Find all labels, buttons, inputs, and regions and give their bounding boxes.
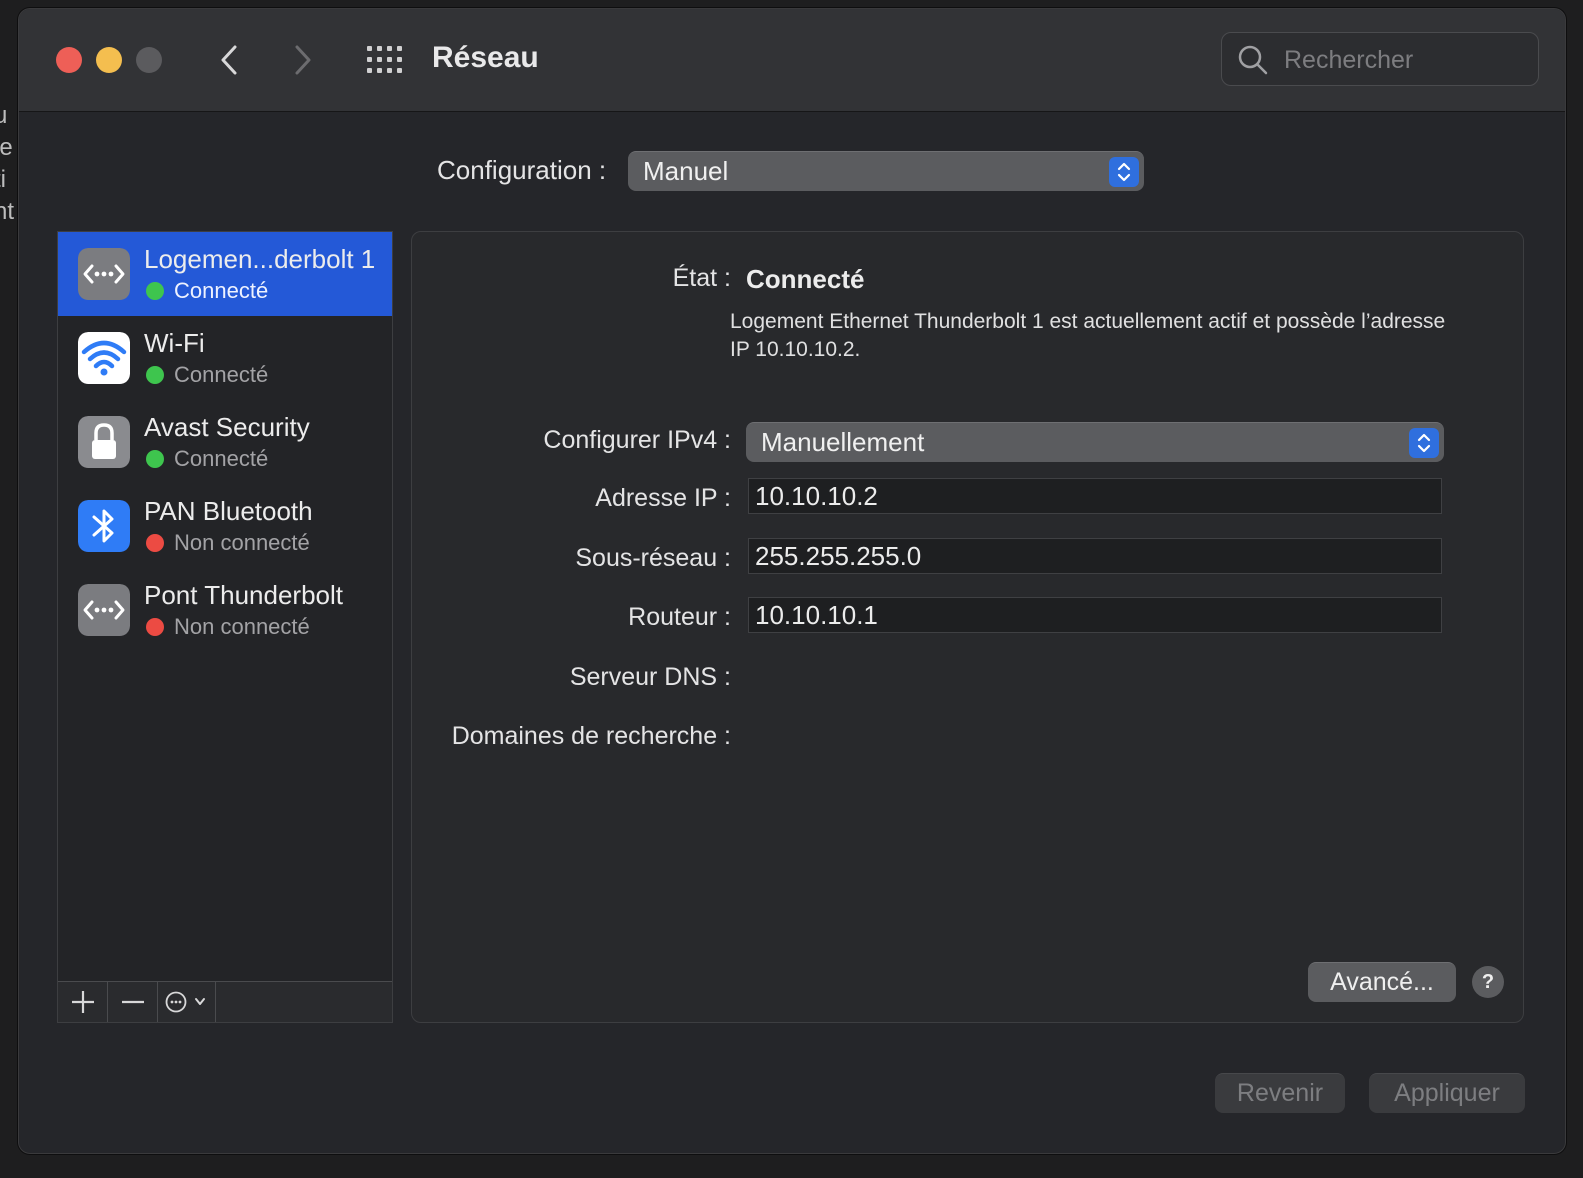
status-dot — [146, 618, 164, 636]
thunderbolt-bridge-icon — [78, 584, 130, 636]
router-field[interactable] — [748, 597, 1442, 633]
plus-icon — [72, 991, 94, 1013]
state-description: Logement Ethernet Thunderbolt 1 est actu… — [730, 310, 1446, 361]
configure-ipv4-popup[interactable]: Manuellement — [746, 422, 1444, 462]
show-all-button[interactable] — [366, 45, 404, 75]
minimize-window-button[interactable] — [96, 47, 122, 73]
advanced-button[interactable]: Avancé... — [1308, 962, 1456, 1002]
configuration-popup[interactable]: Manuel — [628, 151, 1144, 191]
status-dot — [146, 282, 164, 300]
state-label: État : — [672, 264, 731, 292]
ethernet-icon — [78, 248, 130, 300]
ellipsis-circle-icon — [165, 991, 205, 1013]
background-text: ti — [0, 166, 6, 193]
service-list-toolbar — [58, 981, 392, 1022]
service-name: Avast Security — [144, 412, 310, 442]
subnet-mask-label: Sous-réseau : — [575, 544, 731, 572]
popup-stepper — [1109, 157, 1139, 187]
configuration-label: Configuration : — [437, 155, 607, 185]
configure-ipv4-value: Manuellement — [761, 427, 925, 457]
service-name: PAN Bluetooth — [144, 496, 313, 526]
service-item-wifi[interactable]: Wi-Fi Connecté — [58, 316, 392, 400]
remove-service-button[interactable] — [108, 982, 158, 1022]
router-label: Routeur : — [628, 603, 731, 631]
service-item-thunderbolt-bridge[interactable]: Pont Thunderbolt Non connecté — [58, 568, 392, 652]
add-service-button[interactable] — [58, 982, 108, 1022]
search-domains-label: Domaines de recherche : — [451, 722, 731, 750]
network-preferences-window: Réseau Configuration : Manuel — [18, 8, 1566, 1154]
service-status: Connecté — [174, 362, 269, 387]
configuration-value: Manuel — [643, 156, 729, 186]
help-button[interactable]: ? — [1472, 966, 1504, 998]
minus-icon — [122, 1000, 144, 1004]
service-name: Wi-Fi — [144, 328, 205, 358]
configure-ipv4-label: Configurer IPv4 : — [543, 426, 731, 454]
service-item-avast-security[interactable]: Avast Security Connecté — [58, 400, 392, 484]
service-name: Pont Thunderbolt — [144, 580, 343, 610]
service-item-thunderbolt-ethernet[interactable]: Logemen...derbolt 1 Connecté — [58, 232, 392, 316]
subnet-mask-field[interactable] — [748, 538, 1442, 574]
status-dot — [146, 450, 164, 468]
service-details-panel: État : Connecté Logement Ethernet Thunde… — [411, 231, 1524, 1023]
ip-address-field[interactable] — [748, 478, 1442, 514]
zoom-window-button[interactable] — [136, 47, 162, 73]
chevron-right-icon — [295, 45, 311, 75]
service-item-pan-bluetooth[interactable]: PAN Bluetooth Non connecté — [58, 484, 392, 568]
chevron-up-down-icon — [1117, 162, 1131, 182]
chevron-up-down-icon — [1417, 433, 1431, 453]
forward-button[interactable] — [287, 43, 317, 77]
popup-stepper — [1409, 428, 1439, 458]
service-actions-menu-button[interactable] — [158, 982, 216, 1022]
service-status: Non connecté — [174, 530, 310, 555]
background-text: le — [0, 134, 13, 161]
service-status: Connecté — [174, 446, 269, 471]
back-button[interactable] — [215, 43, 245, 77]
lock-icon — [78, 416, 130, 468]
service-status: Non connecté — [174, 614, 310, 639]
service-status: Connecté — [174, 278, 269, 303]
status-dot — [146, 366, 164, 384]
search-field[interactable] — [1221, 32, 1539, 86]
close-window-button[interactable] — [56, 47, 82, 73]
status-dot — [146, 534, 164, 552]
search-input[interactable] — [1282, 43, 1526, 77]
background-text: u — [0, 102, 8, 129]
apply-button[interactable]: Appliquer — [1369, 1073, 1525, 1113]
grid-icon — [367, 46, 402, 73]
titlebar: Réseau — [19, 9, 1565, 112]
service-name: Logemen...derbolt 1 — [144, 244, 376, 274]
wifi-icon — [78, 332, 130, 384]
revert-button[interactable]: Revenir — [1215, 1073, 1345, 1113]
search-icon — [1238, 45, 1268, 75]
state-value: Connecté — [746, 264, 865, 294]
ip-address-label: Adresse IP : — [595, 484, 731, 512]
background-window-fragment: u le ti nt — [0, 100, 18, 240]
dns-server-label: Serveur DNS : — [569, 663, 731, 691]
service-list: Logemen...derbolt 1 Connecté Wi-Fi Conne… — [57, 231, 393, 1023]
window-title: Réseau — [432, 41, 539, 74]
background-text: nt — [0, 198, 15, 225]
bluetooth-icon — [78, 500, 130, 552]
chevron-left-icon — [221, 45, 237, 75]
